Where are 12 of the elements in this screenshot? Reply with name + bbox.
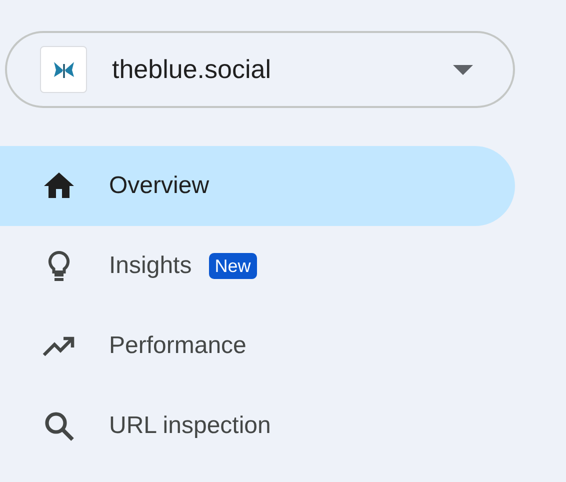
nav-item[interactable]: URL inspection	[0, 386, 515, 466]
nav-item[interactable]: Overview	[0, 146, 515, 226]
nav-label: Performance	[109, 331, 246, 361]
nav-label: Overview	[109, 171, 210, 201]
nav-label: Insights	[109, 251, 192, 281]
property-name: theblue.social	[112, 53, 272, 86]
nav-item[interactable]: Performance	[0, 306, 515, 386]
new-badge: New	[208, 253, 257, 279]
dropdown-caret-icon[interactable]	[453, 64, 473, 74]
property-selector[interactable]: theblue.social	[5, 31, 515, 108]
nav-item[interactable]: Insights New	[0, 226, 515, 306]
nav-label: URL inspection	[109, 411, 271, 441]
